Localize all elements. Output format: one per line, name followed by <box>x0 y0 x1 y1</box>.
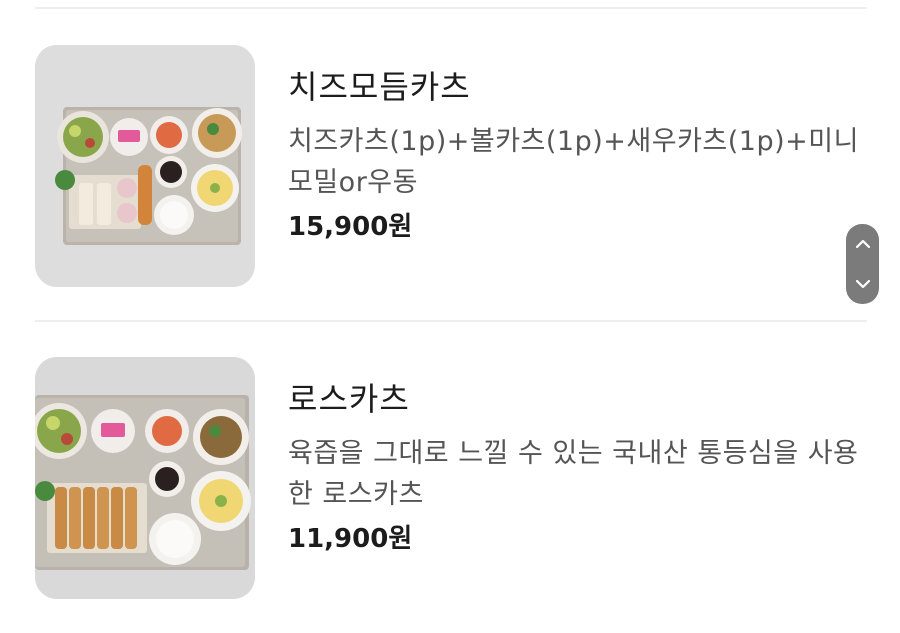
menu-item-price: 11,900원 <box>288 524 413 554</box>
menu-item-description: 치즈카츠(1p)+볼카츠(1p)+새우카츠(1p)+미니모밀or우동 <box>288 126 859 198</box>
scroll-up-button[interactable] <box>846 224 879 264</box>
menu-item-name: 로스카츠 <box>288 380 410 418</box>
scroll-control <box>846 224 879 304</box>
menu-item-photo[interactable] <box>35 45 255 287</box>
divider <box>35 7 867 9</box>
chevron-up-icon <box>855 239 870 249</box>
scroll-down-button[interactable] <box>846 264 879 304</box>
menu-item-ros-katsu[interactable]: 로스카츠 육즙을 그대로 느낄 수 있는 국내산 통등심을 사용한 로스카츠 1… <box>35 357 867 599</box>
menu-item-photo[interactable] <box>35 357 255 599</box>
ros-katsu-set-photo <box>35 357 255 599</box>
menu-item-info: 로스카츠 육즙을 그대로 느낄 수 있는 국내산 통등심을 사용한 로스카츠 1… <box>288 357 873 557</box>
menu-list-page: 치즈모듬카츠 치즈카츠(1p)+볼카츠(1p)+새우카츠(1p)+미니모밀or우… <box>0 0 900 633</box>
cheese-katsu-set-photo <box>35 45 255 287</box>
menu-item-info: 치즈모듬카츠 치즈카츠(1p)+볼카츠(1p)+새우카츠(1p)+미니모밀or우… <box>288 45 873 245</box>
menu-item-name: 치즈모듬카츠 <box>288 68 471 106</box>
menu-item-cheese-katsu[interactable]: 치즈모듬카츠 치즈카츠(1p)+볼카츠(1p)+새우카츠(1p)+미니모밀or우… <box>35 45 867 287</box>
menu-item-price: 15,900원 <box>288 212 413 242</box>
divider <box>35 320 867 322</box>
chevron-down-icon <box>855 279 870 289</box>
menu-item-description: 육즙을 그대로 느낄 수 있는 국내산 통등심을 사용한 로스카츠 <box>288 438 859 510</box>
